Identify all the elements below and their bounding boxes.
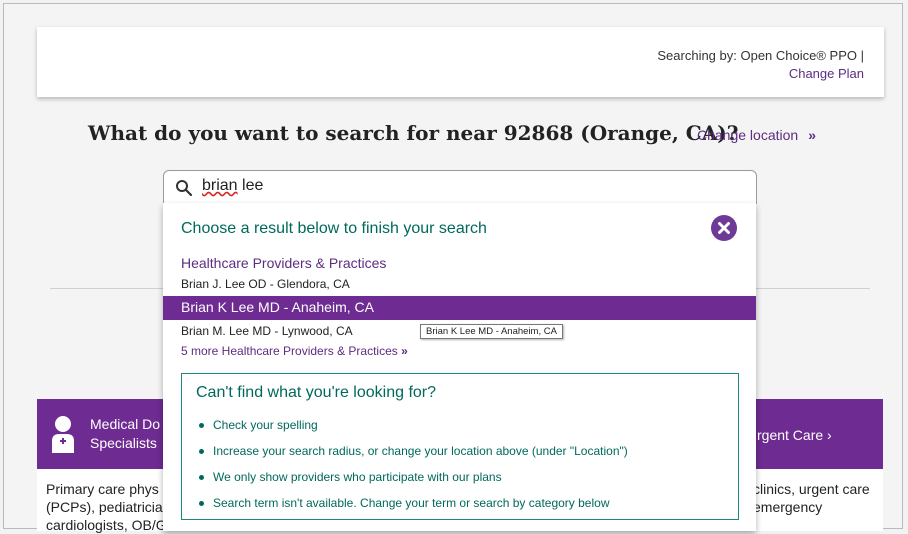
search-query-rest: lee [237, 177, 264, 194]
help-tip: Search term isn't available. Change your… [196, 496, 628, 522]
dropdown-title: Choose a result below to finish your sea… [181, 220, 487, 237]
help-tip: We only show providers who participate w… [196, 470, 628, 496]
change-location-link[interactable]: Change location » [697, 127, 816, 143]
chevron-right-icon: › [827, 427, 832, 443]
category-band: Medical Do Specialists [37, 399, 167, 469]
help-tip: Increase your search radius, or change y… [196, 444, 628, 470]
category-desc-line2: emergency [753, 499, 823, 515]
plan-info: Searching by: Open Choice® PPO | Change … [657, 47, 864, 83]
more-providers-label: 5 more Healthcare Providers & Practices [181, 344, 398, 358]
double-chevron-right-icon: » [808, 127, 816, 143]
category-title-line1: Medical Do [90, 416, 161, 432]
more-providers-link[interactable]: 5 more Healthcare Providers & Practices … [181, 344, 408, 358]
close-button[interactable] [711, 215, 737, 241]
result-item-label: Brian K Lee MD - Anaheim, CA [181, 299, 374, 315]
plan-card: Searching by: Open Choice® PPO | Change … [37, 27, 884, 97]
search-query-misspelled: brian [202, 177, 238, 194]
doctor-icon [52, 416, 74, 453]
section-heading-providers: Healthcare Providers & Practices [181, 255, 387, 271]
search-input[interactable]: brian lee [202, 177, 722, 195]
searching-by-label: Searching by: Open Choice® PPO | [657, 48, 864, 63]
category-card-medical[interactable]: Medical Do Specialists Primary care phys… [37, 399, 167, 533]
close-icon [718, 222, 730, 234]
help-tips-list: Check your spelling Increase your search… [196, 418, 628, 522]
change-location-label: Change location [697, 127, 799, 143]
category-title-line2: Specialists [90, 435, 157, 451]
search-icon [176, 180, 193, 197]
category-band: rgent Care › [750, 399, 883, 469]
double-chevron-right-icon: » [401, 344, 408, 358]
help-box: Can't find what you're looking for? Chec… [181, 373, 739, 520]
search-results-dropdown: Choose a result below to finish your sea… [163, 203, 756, 531]
result-item[interactable]: Brian J. Lee OD - Glendora, CA [181, 277, 350, 291]
search-headline: What do you want to search for near 9286… [88, 121, 739, 145]
help-title: Can't find what you're looking for? [196, 384, 437, 401]
category-title: rgent Care › [757, 426, 832, 445]
tooltip: Brian K Lee MD - Anaheim, CA [420, 324, 563, 339]
result-item-selected[interactable]: Brian K Lee MD - Anaheim, CA [163, 296, 756, 320]
urgent-care-label: rgent Care [757, 427, 824, 443]
search-box[interactable]: brian lee [163, 170, 757, 204]
category-desc-line1: clinics, urgent care [753, 481, 870, 497]
category-card-urgent-care[interactable]: rgent Care › clinics, urgent care emerge… [750, 399, 883, 531]
change-plan-link[interactable]: Change Plan [657, 65, 864, 83]
help-tip: Check your spelling [196, 418, 628, 444]
result-item[interactable]: Brian M. Lee MD - Lynwood, CA [181, 324, 353, 338]
category-desc-line2: (PCPs), pediatricia [46, 499, 163, 515]
category-desc-line1: Primary care phys [46, 481, 159, 497]
category-desc-line3: cardiologists, OB/G [46, 517, 167, 533]
